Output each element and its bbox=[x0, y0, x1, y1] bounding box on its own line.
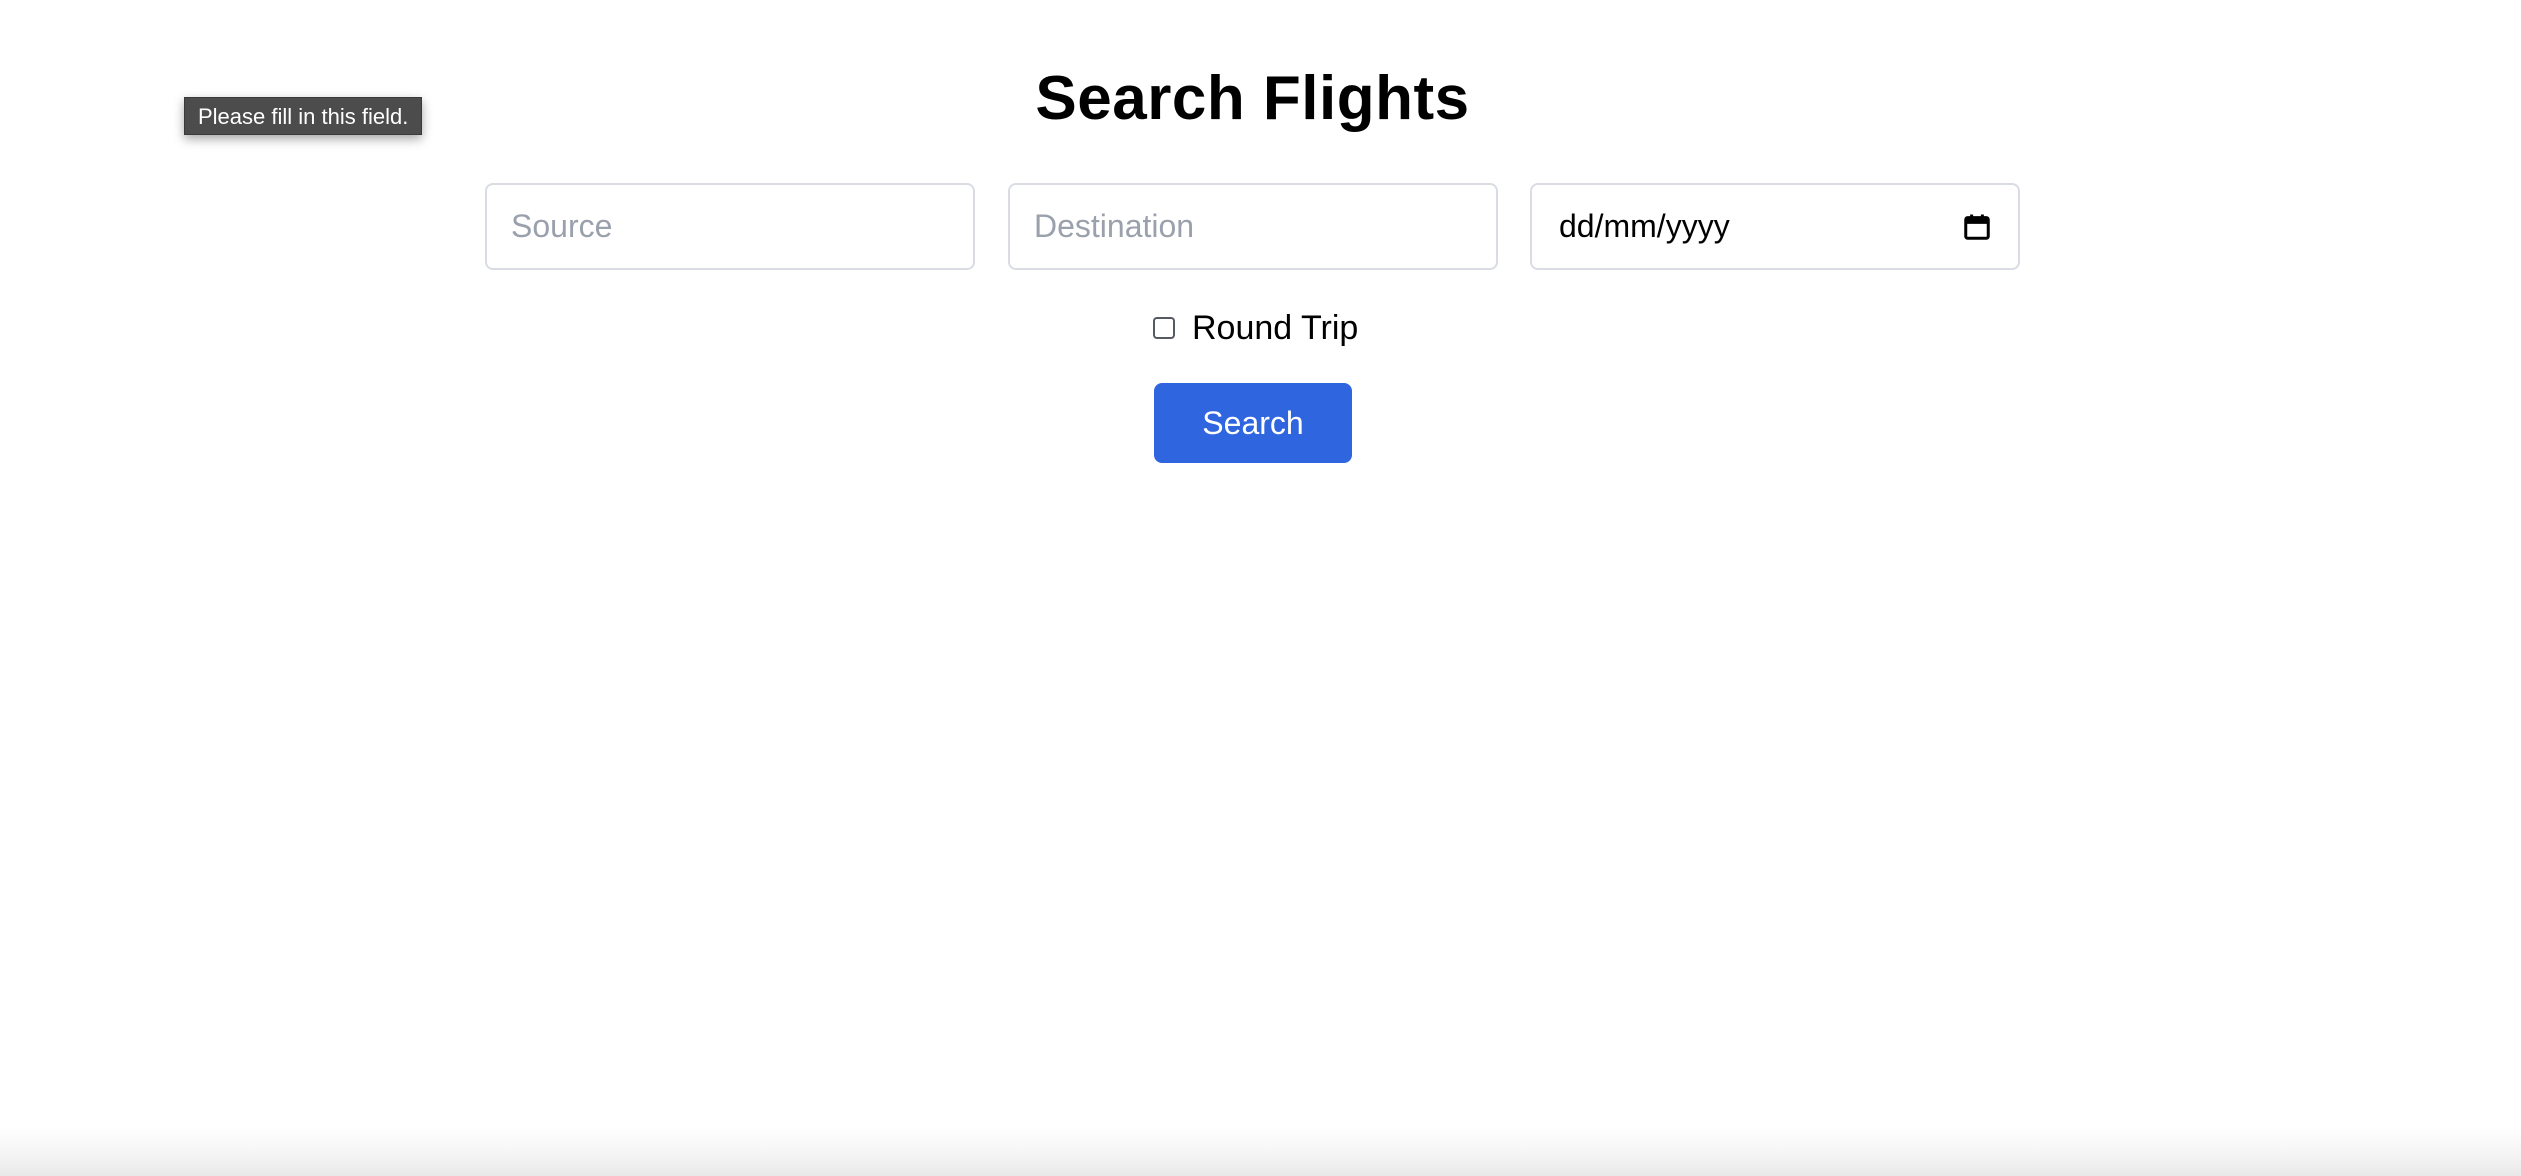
bottom-edge-shadow bbox=[0, 1126, 2521, 1176]
search-button[interactable]: Search bbox=[1154, 383, 1352, 463]
round-trip-option[interactable]: Round Trip bbox=[1153, 308, 1358, 348]
date-placeholder: dd/mm/yyyy bbox=[1559, 208, 1730, 244]
source-input[interactable] bbox=[485, 183, 975, 270]
destination-input[interactable] bbox=[1008, 183, 1498, 270]
round-trip-label[interactable]: Round Trip bbox=[1192, 309, 1358, 348]
calendar-icon[interactable] bbox=[1962, 212, 1992, 242]
date-input[interactable]: dd/mm/yyyy bbox=[1530, 183, 2020, 270]
round-trip-checkbox[interactable] bbox=[1153, 317, 1175, 339]
validation-tooltip: Please fill in this field. bbox=[184, 97, 423, 135]
search-flights-page: Search Flights dd/mm/yyyy Round Trip Sea… bbox=[0, 0, 2521, 1176]
